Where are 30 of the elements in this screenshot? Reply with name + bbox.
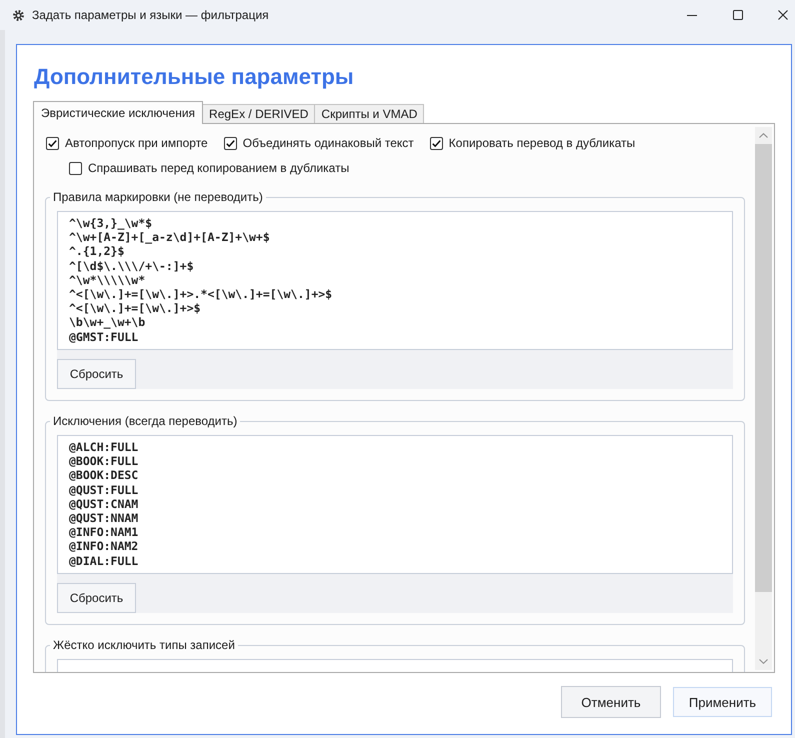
scrollbar-thumb[interactable] bbox=[755, 144, 772, 592]
chevron-up-icon[interactable] bbox=[759, 133, 768, 138]
checkbox[interactable] bbox=[224, 136, 237, 150]
reset-button[interactable]: Сбросить bbox=[57, 583, 136, 613]
checkbox[interactable] bbox=[46, 136, 59, 150]
checkbox-label: Спрашивать перед копированием в дубликаты bbox=[88, 160, 350, 176]
tab[interactable]: Скрипты и VMAD bbox=[314, 104, 424, 123]
text-area[interactable]: @ALCH:FULL @BOOK:FULL @BOOK:DESC @QUST:FULL @QUST:CNAM @QUST:NNAM @INFO:NAM1 @INFO:NAM2 @DIAL:FULL bbox=[57, 435, 733, 574]
checkbox-label: Объединять одинаковый текст bbox=[242, 135, 414, 151]
close-icon bbox=[778, 10, 788, 20]
text-area[interactable]: ^\w{3,}_\w*$ ^\w+[A-Z]+[_a-z\d]+[A-Z]+\w+$ ^.{1,2}$ ^[\d$\.\\\/+\-:]+$ ^\w*\\\\\w* ^<[\w\.]+=[\w\.]+>.*<[\w\.]+=[\w\.]+>$ ^<[\w\.]+=[\w\.]+>$ \b\w+_\w+\b @GMST:FULL bbox=[57, 211, 733, 350]
reset-button[interactable]: Сбросить bbox=[57, 359, 136, 389]
group-title: Правила маркировки (не переводить) bbox=[52, 189, 264, 205]
dialog-heading: Дополнительные параметры bbox=[34, 64, 355, 90]
chevron-down-icon[interactable] bbox=[759, 659, 768, 664]
tab[interactable]: RegEx / DERIVED bbox=[202, 104, 316, 123]
group-title: Жёстко исключить типы записей bbox=[52, 637, 236, 653]
minimize-icon bbox=[687, 14, 697, 16]
maximize-icon bbox=[733, 10, 743, 20]
dialog-button[interactable]: Применить bbox=[673, 687, 772, 717]
tab[interactable]: Эвристические исключения bbox=[33, 101, 204, 124]
checkbox[interactable] bbox=[69, 162, 82, 174]
scrollbar-track[interactable] bbox=[755, 127, 772, 670]
window-title: Задать параметры и языки — фильтрация bbox=[32, 7, 269, 23]
checkbox-label: Копировать перевод в дубликаты bbox=[448, 135, 636, 151]
dialog-button[interactable]: Отменить bbox=[561, 686, 661, 718]
group-title: Исключения (всегда переводить) bbox=[52, 413, 238, 429]
checkbox-label: Автопропуск при импорте bbox=[65, 135, 208, 151]
gear-icon bbox=[13, 10, 24, 20]
checkbox[interactable] bbox=[430, 136, 443, 150]
